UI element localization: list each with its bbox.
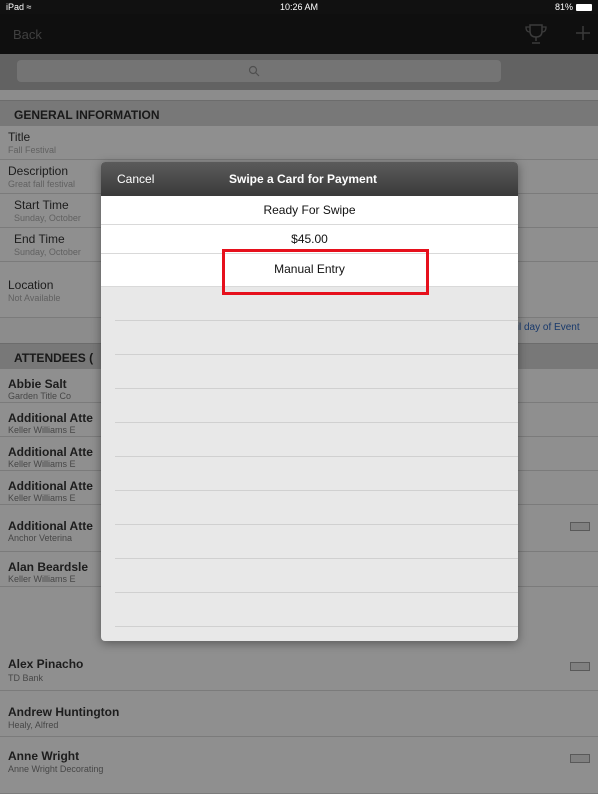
empty-row-divider (115, 592, 518, 593)
empty-row-divider (115, 456, 518, 457)
empty-row-divider (115, 558, 518, 559)
ready-status-row: Ready For Swipe (101, 196, 518, 225)
cancel-button[interactable]: Cancel (117, 172, 154, 186)
empty-row-divider (115, 626, 518, 627)
battery-status: 81% (555, 2, 592, 12)
status-bar: iPad ≈ 10:26 AM 81% (0, 0, 598, 14)
empty-row-divider (115, 490, 518, 491)
modal-header: Cancel Swipe a Card for Payment (101, 162, 518, 196)
manual-entry-highlight (222, 249, 429, 295)
battery-icon (576, 3, 592, 11)
empty-row-divider (115, 422, 518, 423)
empty-row-divider (115, 524, 518, 525)
modal-title: Swipe a Card for Payment (229, 172, 378, 186)
status-time: 10:26 AM (279, 2, 319, 12)
empty-row-divider (115, 388, 518, 389)
empty-row-divider (115, 354, 518, 355)
swipe-payment-modal: Cancel Swipe a Card for Payment Ready Fo… (101, 162, 518, 641)
empty-row-divider (115, 320, 518, 321)
battery-percent: 81% (554, 2, 573, 12)
